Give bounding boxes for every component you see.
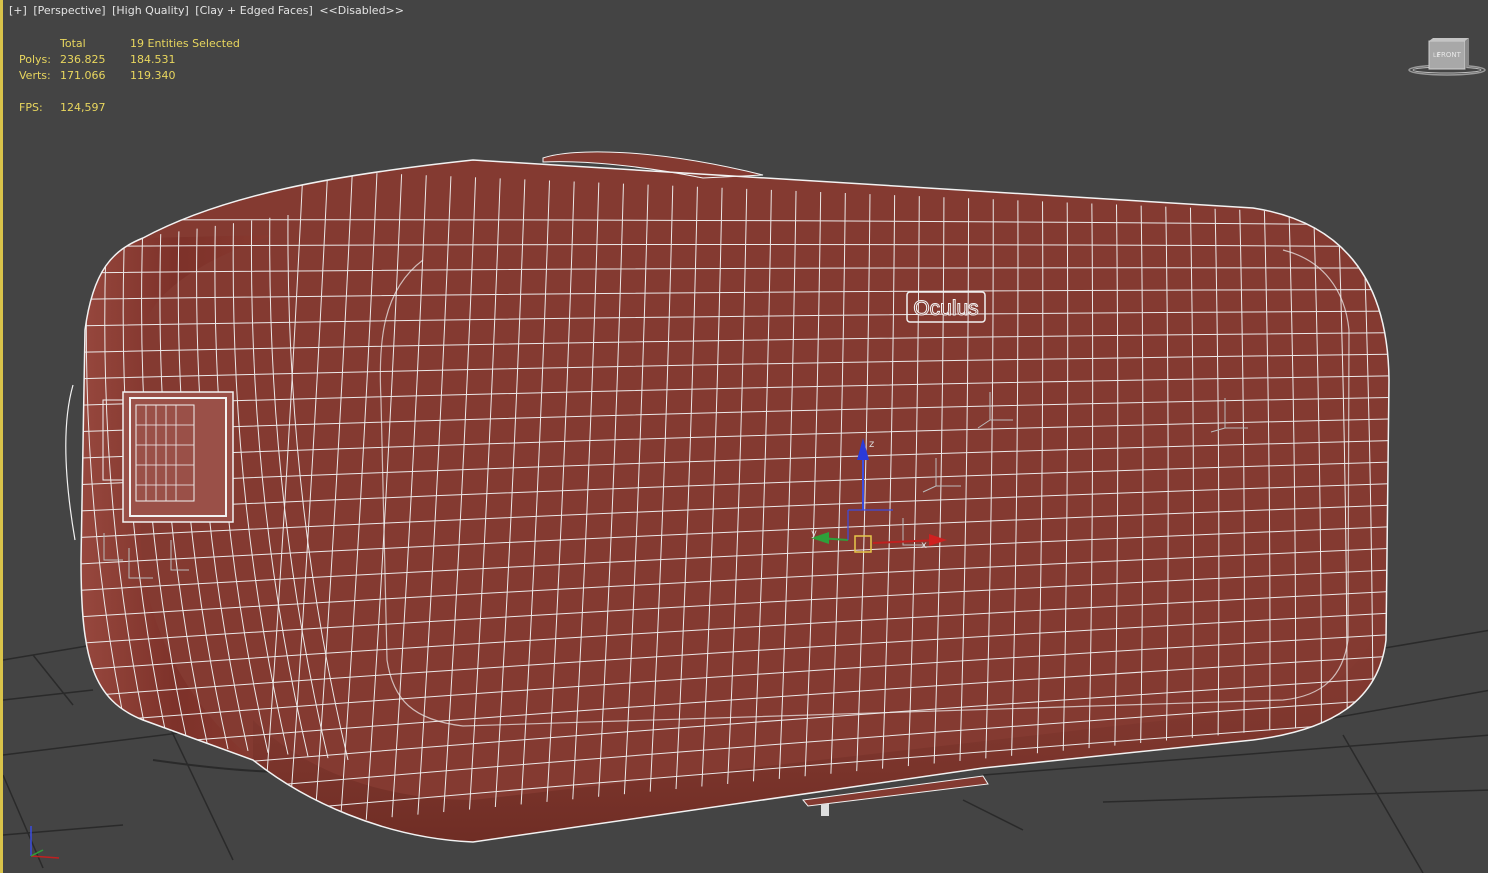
viewport-shading-menu[interactable]: [Clay + Edged Faces] xyxy=(195,4,313,17)
perspective-viewport[interactable]: Oculus z y x [+] [Perspective] [High Qua… xyxy=(0,0,1488,873)
polys-selected: 184.531 xyxy=(130,53,176,66)
svg-text:x: x xyxy=(921,540,927,551)
viewcube-side-label: LE xyxy=(1433,52,1440,59)
svg-text:y: y xyxy=(811,528,817,539)
viewport-label-menu[interactable]: [+] [Perspective] [High Quality] [Clay +… xyxy=(9,4,407,17)
polys-total: 236.825 xyxy=(60,53,106,66)
statistics-overlay: Total 19 Entities Selected Polys: 236.82… xyxy=(19,36,270,116)
svg-text:Oculus: Oculus xyxy=(913,297,978,320)
side-button-module xyxy=(102,391,234,523)
viewport-disabled-label[interactable]: <<Disabled>> xyxy=(319,4,404,17)
oculus-logo: Oculus xyxy=(906,291,986,323)
world-axis-tripod-icon xyxy=(30,826,60,859)
viewcube-front-label: FRONT xyxy=(1437,51,1462,59)
viewport-plus-menu[interactable]: [+] xyxy=(9,4,27,17)
fps-value: 124,597 xyxy=(60,101,106,114)
verts-label: Verts: xyxy=(19,69,51,82)
viewport-pov-menu[interactable]: [Perspective] xyxy=(33,4,105,17)
viewcube-icon[interactable]: FRONT LE xyxy=(1407,36,1488,80)
fps-label: FPS: xyxy=(19,101,43,114)
stats-selected-header: 19 Entities Selected xyxy=(130,37,240,50)
scene-canvas[interactable]: Oculus z y x xyxy=(3,0,1488,873)
svg-text:z: z xyxy=(869,439,874,450)
stats-total-header: Total xyxy=(60,37,86,50)
verts-selected: 119.340 xyxy=(130,69,176,82)
viewport-quality-menu[interactable]: [High Quality] xyxy=(112,4,189,17)
polys-label: Polys: xyxy=(19,53,51,66)
verts-total: 171.066 xyxy=(60,69,106,82)
